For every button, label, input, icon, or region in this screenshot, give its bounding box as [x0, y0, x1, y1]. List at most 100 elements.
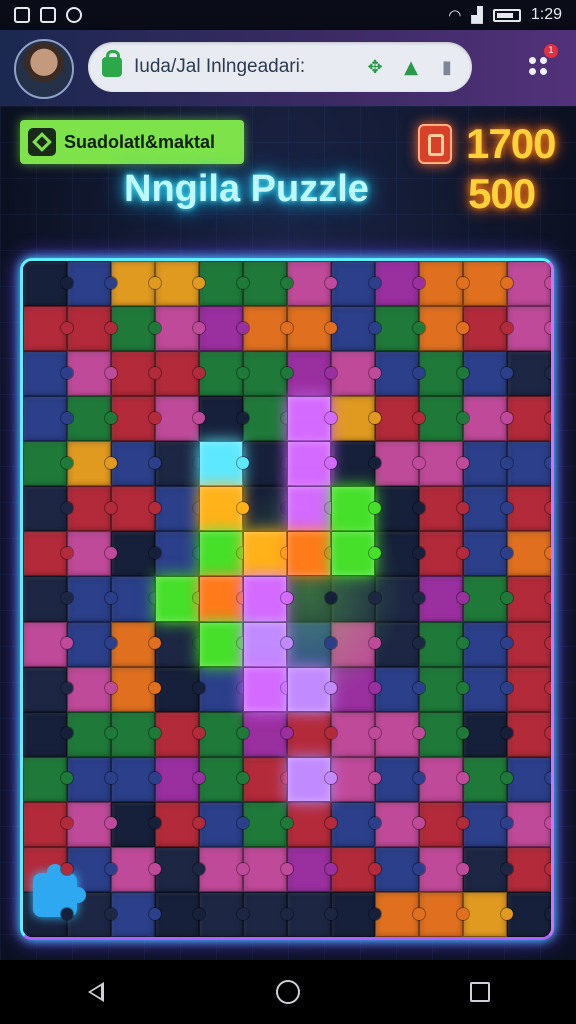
highlighted-puzzle-piece[interactable] [287, 441, 337, 487]
recents-button[interactable] [456, 968, 504, 1016]
puzzle-piece[interactable] [23, 531, 73, 577]
puzzle-piece[interactable] [243, 306, 293, 352]
puzzle-piece[interactable] [155, 441, 205, 487]
puzzle-piece[interactable] [463, 351, 513, 397]
puzzle-piece[interactable] [287, 351, 337, 397]
puzzle-piece[interactable] [507, 441, 551, 487]
puzzle-piece[interactable] [23, 486, 73, 532]
puzzle-piece[interactable] [23, 576, 73, 622]
puzzle-piece[interactable] [199, 261, 249, 307]
tab-icon[interactable]: ▮ [436, 56, 458, 78]
puzzle-piece[interactable] [331, 756, 381, 802]
puzzle-piece[interactable] [375, 486, 425, 532]
puzzle-piece[interactable] [23, 666, 73, 712]
puzzle-piece[interactable] [287, 306, 337, 352]
puzzle-piece[interactable] [375, 711, 425, 757]
puzzle-piece[interactable] [419, 261, 469, 307]
puzzle-piece[interactable] [243, 351, 293, 397]
url-bar[interactable]: Iuda/Jal Inlngeadari: ✥ ▲ ▮ [88, 42, 472, 92]
highlighted-puzzle-piece[interactable] [331, 486, 381, 532]
puzzle-piece[interactable] [199, 846, 249, 892]
puzzle-piece[interactable] [23, 396, 73, 442]
puzzle-piece[interactable] [155, 306, 205, 352]
puzzle-piece[interactable] [287, 846, 337, 892]
puzzle-piece[interactable] [23, 801, 73, 847]
puzzle-piece[interactable] [243, 801, 293, 847]
home-button[interactable] [264, 968, 312, 1016]
puzzle-piece[interactable] [375, 846, 425, 892]
highlighted-puzzle-piece[interactable] [199, 576, 249, 622]
puzzle-piece[interactable] [23, 711, 73, 757]
puzzle-piece[interactable] [463, 666, 513, 712]
puzzle-piece[interactable] [67, 486, 117, 532]
puzzle-piece[interactable] [507, 621, 551, 667]
puzzle-piece[interactable] [331, 351, 381, 397]
puzzle-piece[interactable] [199, 666, 249, 712]
puzzle-piece[interactable] [463, 306, 513, 352]
puzzle-piece[interactable] [287, 801, 337, 847]
puzzle-piece[interactable] [375, 396, 425, 442]
puzzle-piece[interactable] [111, 306, 161, 352]
puzzle-piece[interactable] [199, 351, 249, 397]
highlighted-puzzle-piece[interactable] [199, 531, 249, 577]
highlighted-puzzle-piece[interactable] [331, 531, 381, 577]
puzzle-piece[interactable] [111, 576, 161, 622]
puzzle-piece[interactable] [67, 441, 117, 487]
puzzle-piece[interactable] [419, 396, 469, 442]
puzzle-piece[interactable] [463, 261, 513, 307]
puzzle-piece[interactable] [111, 846, 161, 892]
puzzle-piece[interactable] [331, 306, 381, 352]
highlighted-puzzle-piece[interactable] [287, 666, 337, 712]
puzzle-piece[interactable] [67, 711, 117, 757]
highlighted-puzzle-piece[interactable] [243, 666, 293, 712]
puzzle-piece[interactable] [67, 801, 117, 847]
puzzle-piece[interactable] [331, 711, 381, 757]
puzzle-piece[interactable] [507, 756, 551, 802]
bookmark-icon[interactable]: ▲ [400, 56, 422, 78]
puzzle-piece[interactable] [23, 441, 73, 487]
highlighted-puzzle-piece[interactable] [199, 486, 249, 532]
puzzle-piece[interactable] [375, 756, 425, 802]
puzzle-piece[interactable] [287, 576, 337, 622]
puzzle-piece[interactable] [507, 801, 551, 847]
puzzle-piece[interactable] [419, 486, 469, 532]
puzzle-piece[interactable] [155, 396, 205, 442]
puzzle-piece[interactable] [287, 711, 337, 757]
puzzle-piece[interactable] [67, 756, 117, 802]
puzzle-piece[interactable] [419, 576, 469, 622]
puzzle-piece[interactable] [419, 351, 469, 397]
puzzle-piece[interactable] [375, 306, 425, 352]
highlighted-puzzle-piece[interactable] [287, 756, 337, 802]
highlighted-puzzle-piece[interactable] [287, 531, 337, 577]
puzzle-piece[interactable] [507, 576, 551, 622]
puzzle-piece[interactable] [507, 531, 551, 577]
puzzle-piece[interactable] [287, 891, 337, 937]
puzzle-piece[interactable] [419, 621, 469, 667]
puzzle-piece[interactable] [111, 261, 161, 307]
puzzle-piece[interactable] [111, 351, 161, 397]
highlighted-puzzle-piece[interactable] [287, 396, 337, 442]
puzzle-piece[interactable] [111, 666, 161, 712]
puzzle-piece[interactable] [243, 486, 293, 532]
puzzle-piece[interactable] [67, 261, 117, 307]
puzzle-piece[interactable] [463, 801, 513, 847]
puzzle-piece[interactable] [67, 306, 117, 352]
puzzle-piece[interactable] [67, 531, 117, 577]
puzzle-piece[interactable] [155, 666, 205, 712]
highlighted-puzzle-piece[interactable] [155, 576, 205, 622]
puzzle-board[interactable] [20, 258, 554, 940]
puzzle-piece[interactable] [199, 756, 249, 802]
level-badge[interactable]: Suadolatl&maktal [20, 120, 244, 164]
highlighted-puzzle-piece[interactable] [243, 531, 293, 577]
puzzle-piece[interactable] [463, 846, 513, 892]
puzzle-piece[interactable] [67, 351, 117, 397]
puzzle-piece[interactable] [463, 441, 513, 487]
puzzle-piece[interactable] [463, 711, 513, 757]
puzzle-piece[interactable] [23, 351, 73, 397]
puzzle-piece[interactable] [199, 306, 249, 352]
puzzle-piece[interactable] [463, 891, 513, 937]
puzzle-piece[interactable] [331, 621, 381, 667]
puzzle-ext-icon[interactable]: ✥ [364, 56, 386, 78]
puzzle-piece[interactable] [67, 621, 117, 667]
puzzle-piece[interactable] [463, 621, 513, 667]
